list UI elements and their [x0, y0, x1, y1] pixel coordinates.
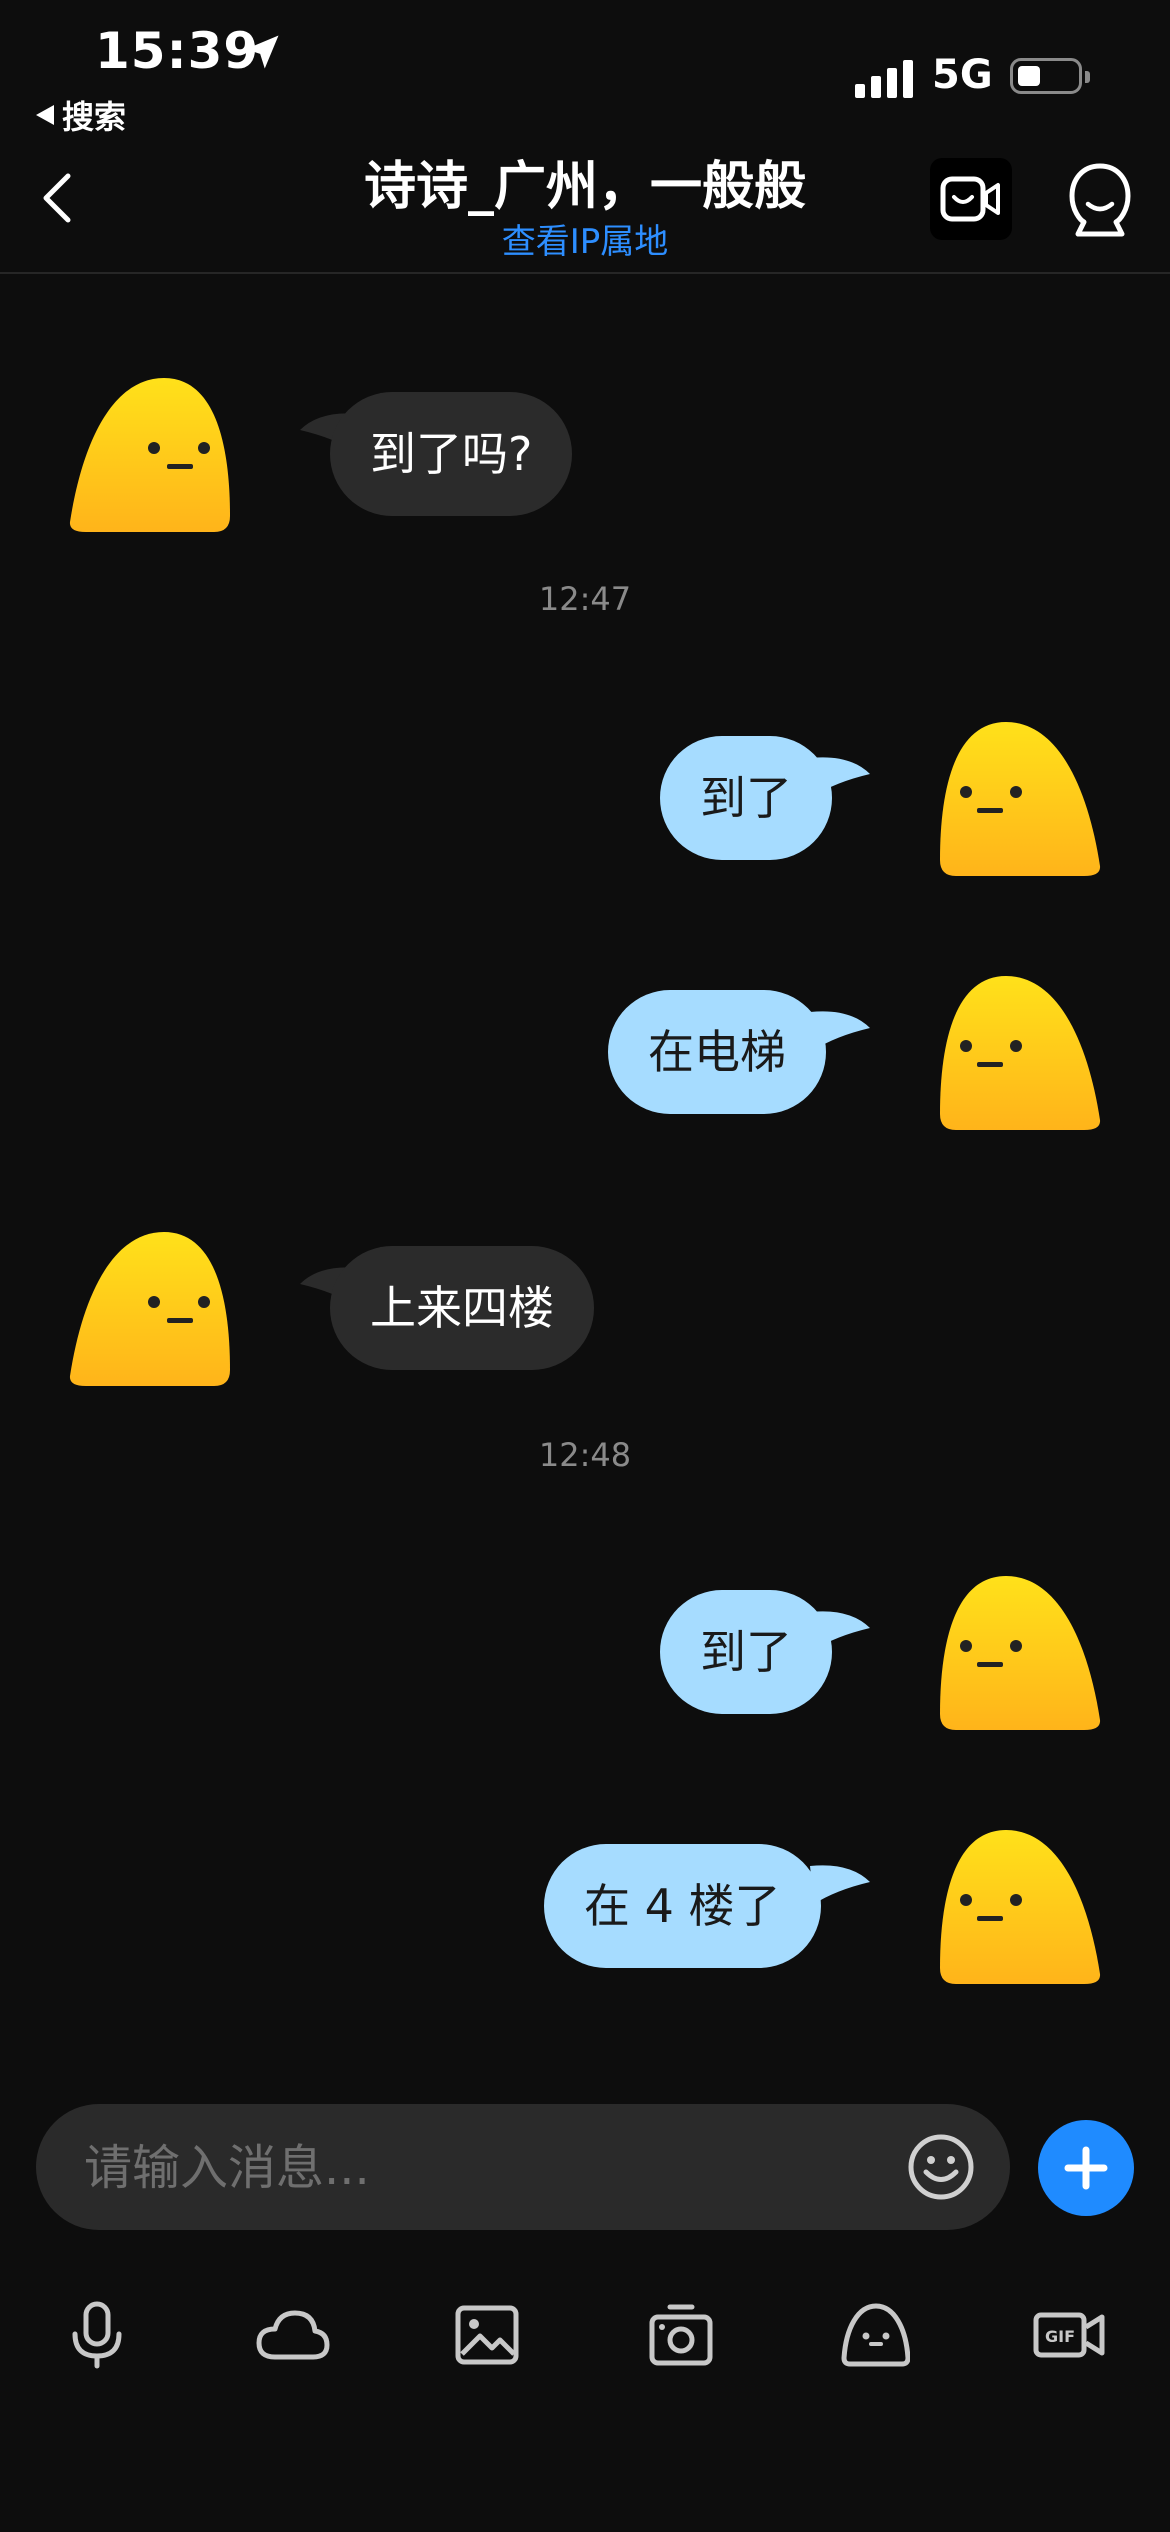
- sticker-button[interactable]: [830, 2290, 920, 2380]
- svg-text:GIF: GIF: [1045, 2327, 1075, 2346]
- signal-strength-icon: [855, 58, 915, 98]
- emoji-icon[interactable]: [906, 2132, 976, 2202]
- contact-avatar[interactable]: [64, 1226, 234, 1396]
- emoji-face-icon: [841, 2303, 910, 2367]
- contact-avatar[interactable]: [64, 372, 234, 542]
- status-bar: 15:39 搜索 5G: [0, 0, 1170, 136]
- my-avatar[interactable]: [936, 716, 1106, 886]
- incoming-message[interactable]: 到了吗?: [330, 392, 573, 516]
- outgoing-message[interactable]: 在 4 楼了: [544, 1844, 821, 1968]
- gif-icon: GIF: [1033, 2312, 1105, 2358]
- outgoing-message[interactable]: 到了: [660, 736, 832, 860]
- microphone-icon: [72, 2301, 122, 2369]
- input-toolbar: GIF: [0, 2290, 1170, 2380]
- voice-button[interactable]: [52, 2290, 142, 2380]
- image-button[interactable]: [442, 2290, 532, 2380]
- my-avatar[interactable]: [936, 1824, 1106, 1994]
- video-call-button[interactable]: [930, 158, 1012, 240]
- outgoing-message[interactable]: 在电梯: [608, 990, 826, 1114]
- message-timestamp: 12:47: [538, 580, 632, 618]
- gif-button[interactable]: GIF: [1024, 2290, 1114, 2380]
- plus-icon: [1064, 2146, 1108, 2190]
- cloud-icon: [256, 2310, 330, 2360]
- image-icon: [455, 2305, 519, 2365]
- status-time: 15:39: [95, 22, 260, 80]
- bubble-tail: [810, 1611, 870, 1650]
- network-type: 5G: [932, 52, 993, 98]
- my-avatar[interactable]: [936, 1570, 1106, 1740]
- incoming-message[interactable]: 上来四楼: [330, 1246, 594, 1370]
- message-input[interactable]: [82, 2104, 906, 2232]
- camera-icon: [649, 2304, 713, 2366]
- message-timestamp: 12:48: [538, 1436, 632, 1474]
- message-input-bar: [36, 2104, 1010, 2232]
- bubble-tail: [810, 757, 870, 796]
- camera-button[interactable]: [636, 2290, 726, 2380]
- my-avatar[interactable]: [936, 970, 1106, 1140]
- location-arrow-icon: [245, 35, 279, 69]
- cloud-button[interactable]: [248, 2290, 338, 2380]
- video-camera-icon: [940, 176, 1000, 222]
- profile-icon[interactable]: [1062, 160, 1138, 240]
- back-triangle-icon: [36, 105, 54, 125]
- bubble-tail: [810, 1865, 870, 1904]
- outgoing-message[interactable]: 到了: [660, 1590, 832, 1714]
- battery-icon: [1010, 58, 1090, 94]
- chat-header: 诗诗_广州，一般般 查看IP属地: [0, 130, 1170, 274]
- more-plus-button[interactable]: [1038, 2120, 1134, 2216]
- bubble-tail: [810, 1011, 870, 1050]
